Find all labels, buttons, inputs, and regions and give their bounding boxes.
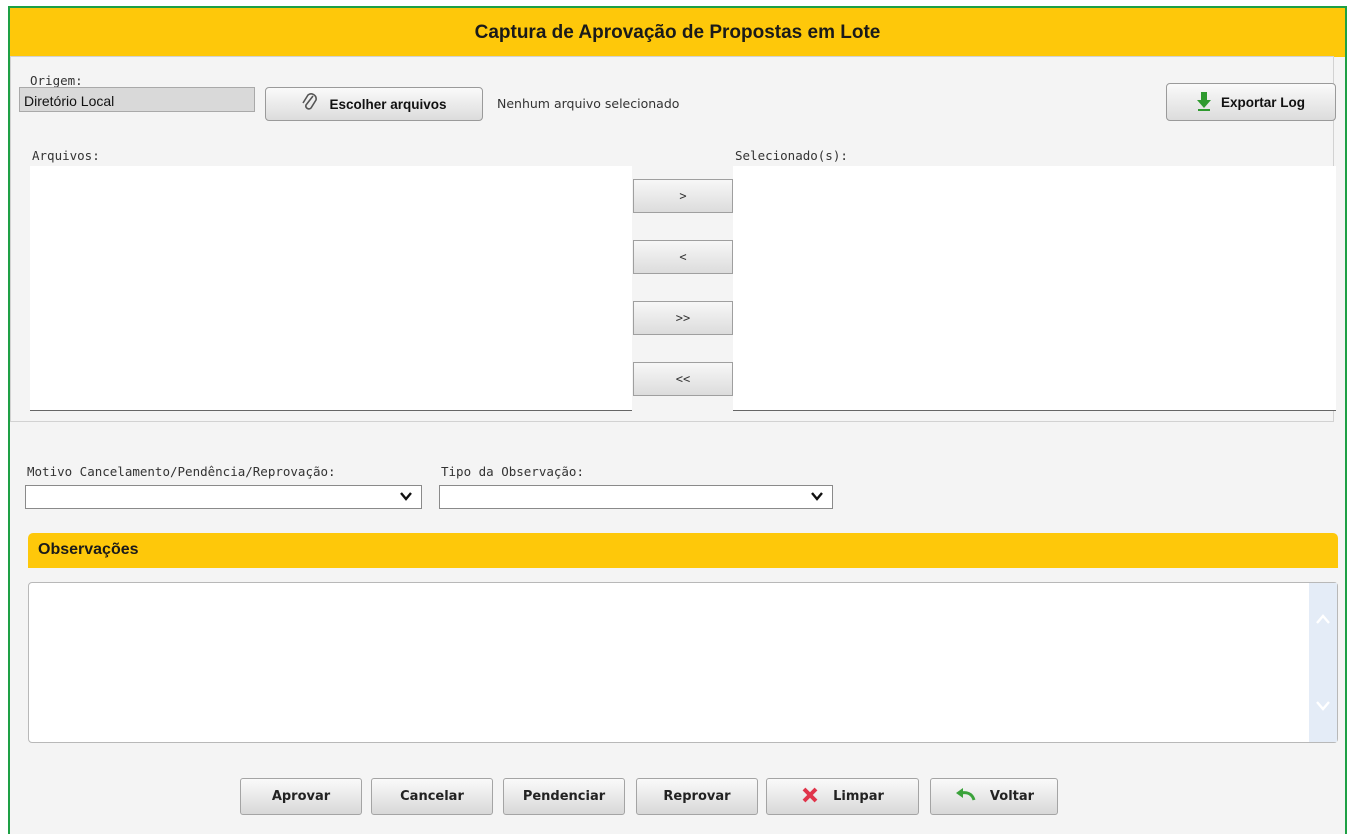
remove-all-button[interactable]: << [633, 362, 733, 396]
scrollbar[interactable] [1309, 583, 1337, 742]
observacoes-textarea[interactable] [28, 582, 1338, 743]
page-title: Captura de Aprovação de Propostas em Lot… [10, 8, 1345, 57]
chevron-down-icon [810, 489, 824, 503]
motivo-select[interactable] [25, 485, 422, 509]
selected-label: Selecionado(s): [735, 148, 848, 163]
choose-files-label: Escolher arquivos [329, 96, 447, 112]
voltar-label: Voltar [989, 789, 1035, 804]
files-label: Arquivos: [32, 148, 100, 163]
pendenciar-button[interactable]: Pendenciar [503, 778, 625, 815]
scroll-up-icon[interactable] [1315, 613, 1331, 625]
choose-files-button[interactable]: Escolher arquivos [265, 87, 483, 121]
add-all-button[interactable]: >> [633, 301, 733, 335]
reprovar-button[interactable]: Reprovar [636, 778, 758, 815]
chevron-down-icon [399, 489, 413, 503]
scroll-down-icon[interactable] [1315, 700, 1331, 712]
file-status-text: Nenhum arquivo selecionado [497, 96, 680, 111]
remove-selected-button[interactable]: < [633, 240, 733, 274]
export-log-label: Exportar Log [1220, 94, 1305, 110]
add-selected-button[interactable]: > [633, 179, 733, 213]
origem-field: Diretório Local [19, 87, 255, 112]
red-x-icon [801, 786, 819, 808]
observacoes-header: Observações [28, 533, 1338, 568]
limpar-button[interactable]: Limpar [766, 778, 919, 815]
tipo-select[interactable] [439, 485, 833, 509]
export-log-button[interactable]: Exportar Log [1166, 83, 1336, 121]
voltar-button[interactable]: Voltar [930, 778, 1058, 815]
files-list[interactable] [30, 166, 632, 411]
limpar-label: Limpar [833, 789, 884, 804]
cancelar-button[interactable]: Cancelar [371, 778, 493, 815]
motivo-label: Motivo Cancelamento/Pendência/Reprovação… [27, 464, 336, 479]
tipo-label: Tipo da Observação: [441, 464, 584, 479]
origem-label: Origem: [30, 73, 83, 88]
back-arrow-icon [954, 787, 976, 807]
paperclip-icon [301, 92, 319, 117]
selected-list[interactable] [733, 166, 1336, 411]
aprovar-button[interactable]: Aprovar [240, 778, 362, 815]
download-arrow-icon [1196, 91, 1211, 114]
